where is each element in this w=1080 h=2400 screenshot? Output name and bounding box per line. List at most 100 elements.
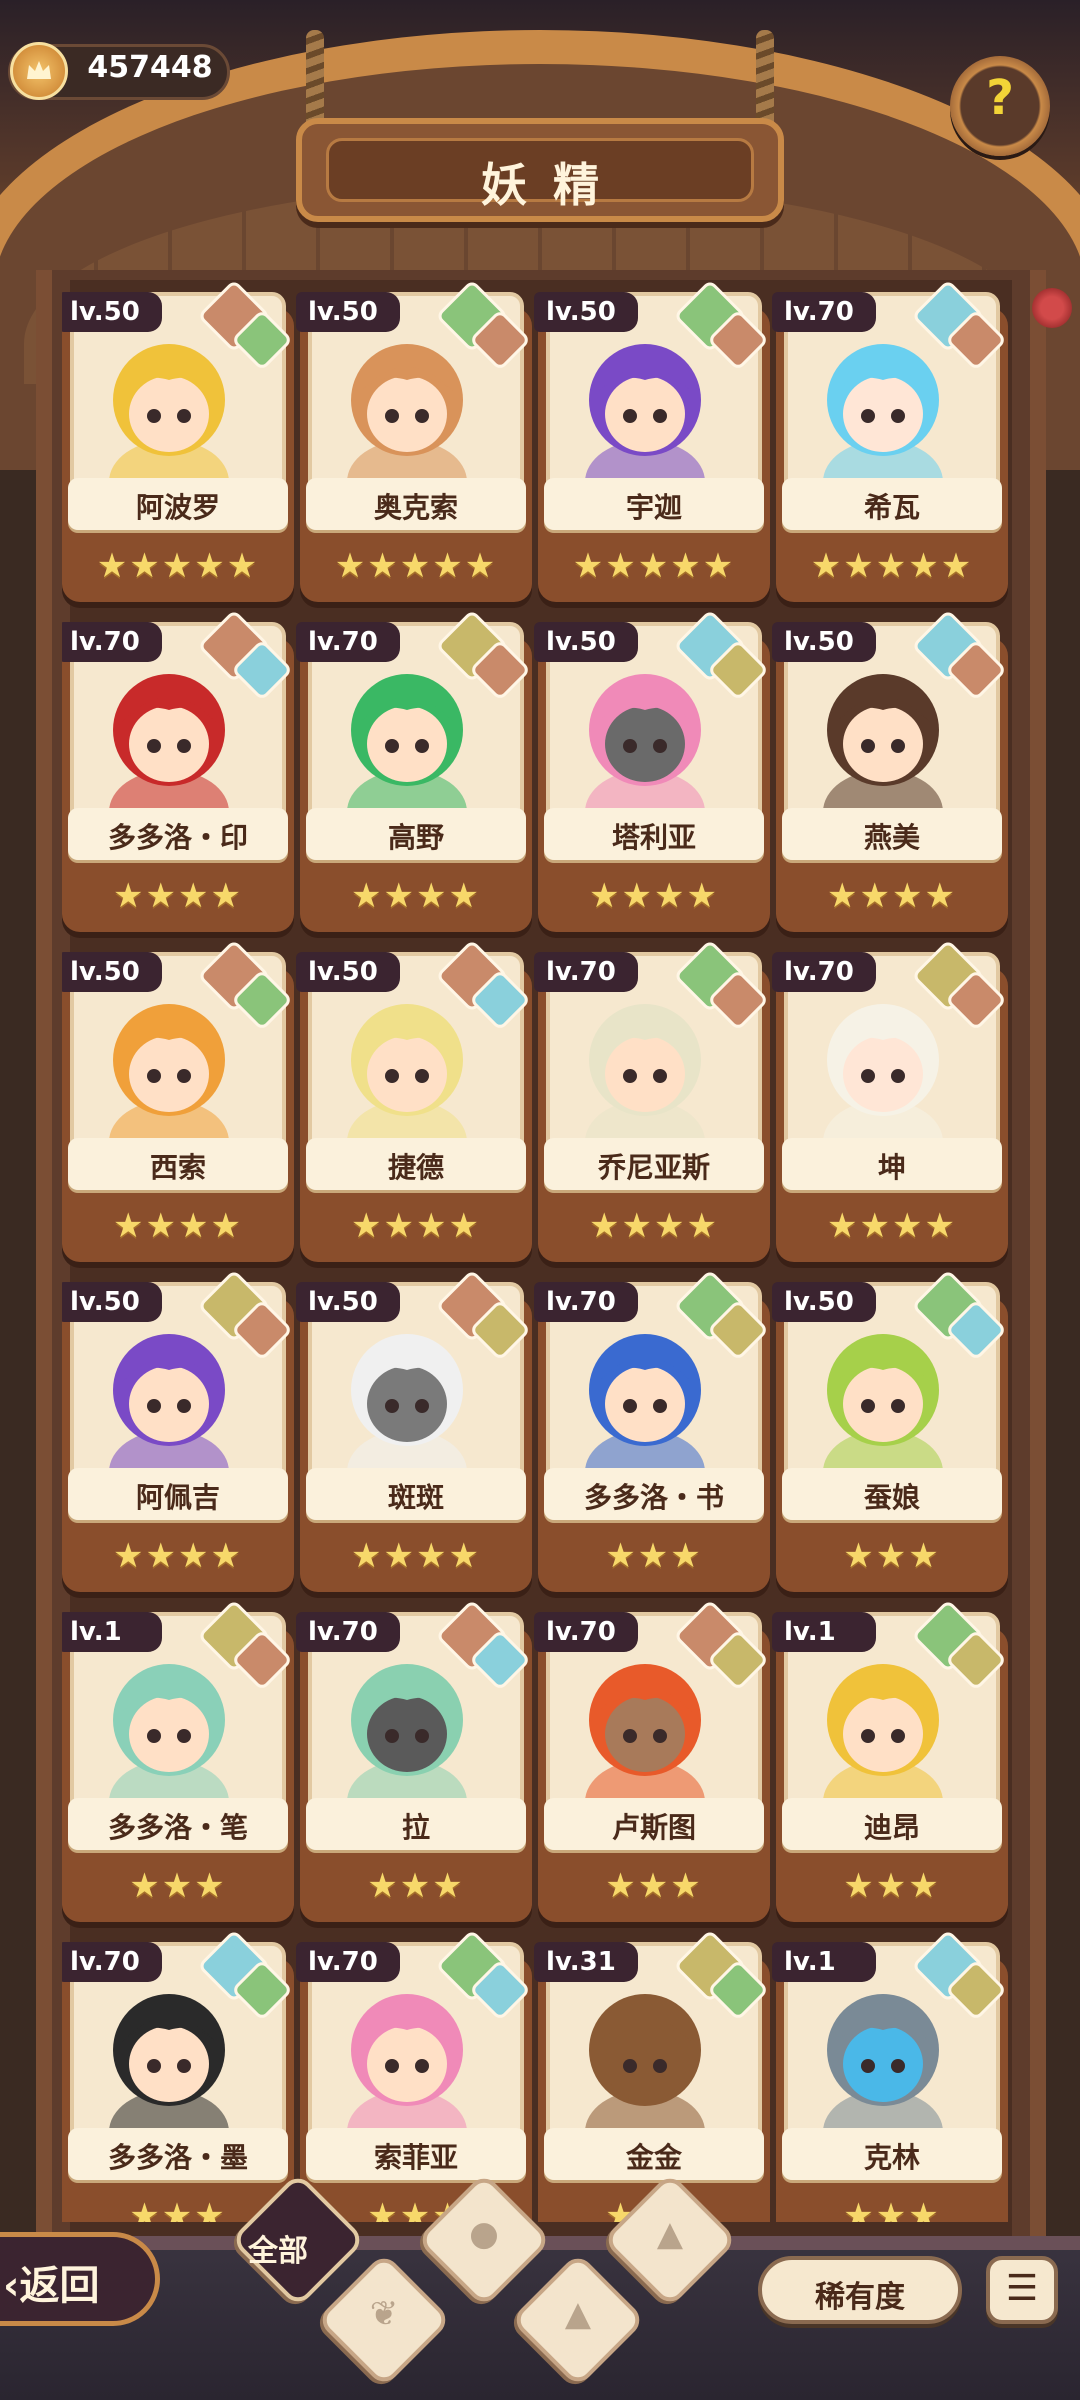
fairy-portrait: [823, 674, 943, 812]
fairy-card[interactable]: lv.50 斑斑 ★★★★: [296, 1269, 532, 1592]
name-banner: 阿佩吉: [68, 1468, 288, 1520]
fairy-card[interactable]: lv.70 多多洛・墨 ★★★: [62, 1929, 294, 2222]
name-banner: 捷德: [306, 1138, 526, 1190]
fairy-name: 乔尼亚斯: [597, 1151, 710, 1184]
fairy-card[interactable]: lv.50 奥克索 ★★★★★: [296, 282, 532, 602]
fairy-portrait: [109, 674, 229, 812]
level-badge: lv.50: [62, 952, 162, 992]
level-badge: lv.1: [772, 1942, 876, 1982]
fairy-card[interactable]: lv.70 卢斯图 ★★★: [534, 1599, 770, 1922]
fairy-portrait: [347, 1994, 467, 2132]
level-badge: lv.50: [772, 1282, 876, 1322]
fairy-name: 多多洛・墨: [107, 2141, 248, 2174]
name-banner: 多多洛・笔: [68, 1798, 288, 1850]
level-badge: lv.70: [62, 622, 162, 662]
name-banner: 塔利亚: [544, 808, 764, 860]
star-rating: ★★★★: [113, 876, 243, 916]
level-badge: lv.70: [62, 1942, 162, 1982]
fairy-name: 卢斯图: [611, 1811, 696, 1844]
fairy-card[interactable]: lv.70 希瓦 ★★★★★: [772, 282, 1008, 602]
star-rating: ★★★: [605, 1536, 703, 1576]
name-banner: 卢斯图: [544, 1798, 764, 1850]
fairy-card[interactable]: lv.50 阿佩吉 ★★★★: [62, 1269, 294, 1592]
fairy-card[interactable]: lv.70 多多洛・印 ★★★★: [62, 609, 294, 932]
name-banner: 迪昂: [782, 1798, 1002, 1850]
level-badge: lv.1: [62, 1612, 162, 1652]
fairy-portrait: [585, 1994, 705, 2132]
fairy-card[interactable]: lv.1 克林 ★★★: [772, 1929, 1008, 2222]
level-badge: lv.50: [534, 622, 638, 662]
fairy-card[interactable]: lv.70 乔尼亚斯 ★★★★: [534, 939, 770, 1262]
level-badge: lv.70: [296, 622, 400, 662]
fairy-name: 多多洛・笔: [107, 1811, 248, 1844]
fairy-name: 奥克索: [373, 491, 458, 524]
name-banner: 克林: [782, 2128, 1002, 2180]
fairy-name: 希瓦: [863, 491, 920, 524]
fairy-card[interactable]: lv.50 西索 ★★★★: [62, 939, 294, 1262]
star-rating: ★★★: [843, 2196, 941, 2222]
level-badge: lv.70: [534, 1282, 638, 1322]
name-banner: 希瓦: [782, 478, 1002, 530]
fairy-card[interactable]: lv.50 塔利亚 ★★★★: [534, 609, 770, 932]
star-rating: ★★★★: [827, 1206, 957, 1246]
fairy-name: 西索: [149, 1151, 206, 1184]
name-banner: 燕美: [782, 808, 1002, 860]
level-badge: lv.50: [296, 1282, 400, 1322]
fairy-card[interactable]: lv.50 宇迦 ★★★★★: [534, 282, 770, 602]
fairy-name: 高野: [387, 821, 444, 854]
name-banner: 索菲亚: [306, 2128, 526, 2180]
star-rating: ★★★: [843, 1536, 941, 1576]
back-button[interactable]: ‹返回: [0, 2232, 160, 2326]
fairy-card[interactable]: lv.70 拉 ★★★: [296, 1599, 532, 1922]
fairy-card[interactable]: lv.50 燕美 ★★★★: [772, 609, 1008, 932]
fairy-portrait: [347, 1664, 467, 1802]
fairy-portrait: [109, 1994, 229, 2132]
sprout-icon: ❦: [369, 2294, 399, 2334]
star-rating: ★★★★★: [810, 546, 974, 586]
fairy-card[interactable]: lv.1 迪昂 ★★★: [772, 1599, 1008, 1922]
scroll-indicator[interactable]: [1032, 288, 1072, 328]
tab-all-label: 全部: [248, 2234, 308, 2269]
fairy-name: 燕美: [863, 821, 920, 854]
fairy-portrait: [109, 1334, 229, 1472]
fairy-portrait: [585, 1334, 705, 1472]
fairy-card[interactable]: lv.50 捷德 ★★★★: [296, 939, 532, 1262]
star-rating: ★★★★: [827, 876, 957, 916]
fairy-portrait: [585, 1664, 705, 1802]
name-banner: 奥克索: [306, 478, 526, 530]
currency-value: 457448: [87, 50, 213, 85]
fairy-card[interactable]: lv.70 多多洛・书 ★★★: [534, 1269, 770, 1592]
level-badge: lv.70: [534, 1612, 638, 1652]
fairy-portrait: [347, 1334, 467, 1472]
fairy-card[interactable]: lv.50 蚕娘 ★★★: [772, 1269, 1008, 1592]
fairy-portrait: [823, 1334, 943, 1472]
level-badge: lv.70: [296, 1942, 400, 1982]
sort-rarity-label: 稀有度: [815, 2280, 905, 2315]
fairy-card[interactable]: lv.31 金金 ★★★: [534, 1929, 770, 2222]
fairy-card[interactable]: lv.70 坤 ★★★★: [772, 939, 1008, 1262]
fire-mountain-icon: ▲: [656, 2214, 684, 2254]
fairy-name: 索菲亚: [373, 2141, 458, 2174]
level-badge: lv.70: [534, 952, 638, 992]
name-banner: 拉: [306, 1798, 526, 1850]
crown-coin-icon: [10, 42, 68, 100]
fairy-portrait: [823, 1004, 943, 1142]
level-badge: lv.50: [296, 952, 400, 992]
fairy-portrait: [109, 1664, 229, 1802]
fairy-card[interactable]: lv.70 高野 ★★★★: [296, 609, 532, 932]
sort-order-button[interactable]: ☰: [986, 2256, 1058, 2324]
fairy-portrait: [585, 344, 705, 482]
help-button[interactable]: ?: [950, 56, 1050, 156]
fairy-portrait: [823, 344, 943, 482]
fairy-card[interactable]: lv.70 索菲亚 ★★★: [296, 1929, 532, 2222]
level-badge: lv.70: [772, 952, 876, 992]
star-rating: ★★★: [605, 1866, 703, 1906]
level-badge: lv.70: [772, 292, 876, 332]
level-badge: lv.31: [534, 1942, 638, 1982]
sort-rarity-button[interactable]: 稀有度: [758, 2256, 962, 2324]
fairy-card[interactable]: lv.1 多多洛・笔 ★★★: [62, 1599, 294, 1922]
fairy-portrait: [823, 1664, 943, 1802]
fairy-card[interactable]: lv.50 阿波罗 ★★★★★: [62, 282, 294, 602]
name-banner: 斑斑: [306, 1468, 526, 1520]
name-banner: 坤: [782, 1138, 1002, 1190]
